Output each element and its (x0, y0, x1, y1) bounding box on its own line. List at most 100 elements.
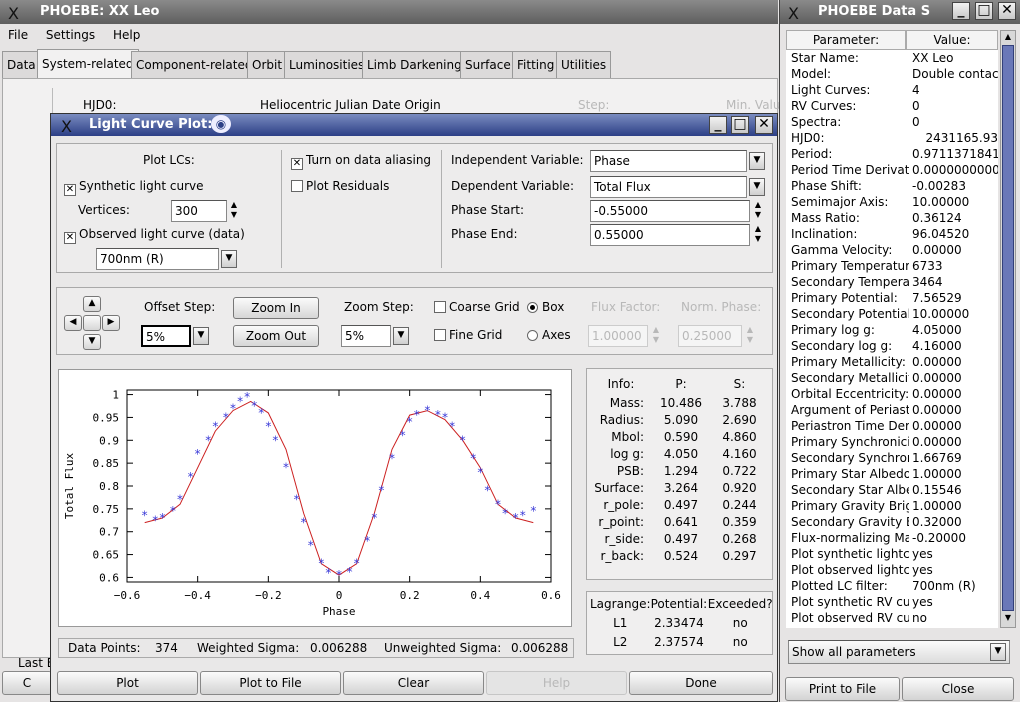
close-button[interactable]: Close (902, 677, 1014, 701)
vertices-input[interactable]: 300 (171, 200, 227, 222)
norm-phase-input[interactable]: 0.25000 (678, 325, 742, 347)
parameter-row[interactable]: Secondary Potential 10.00000 (786, 306, 998, 322)
parameter-row[interactable]: Periastron Time Deri 0.00000 (786, 418, 998, 434)
box-radio[interactable]: Box (527, 300, 564, 314)
plot-titlebar[interactable]: X Light Curve Plot: ◉ _ □ ✕ (51, 114, 777, 136)
main-bottom-button[interactable]: C (2, 671, 52, 695)
axes-radio[interactable]: Axes (527, 328, 571, 342)
parameter-row[interactable]: Primary Metallicity: 0.00000 (786, 354, 998, 370)
pan-left-button[interactable]: ◀ (64, 315, 82, 331)
parameter-row[interactable]: Plot synthetic RV cu yes (786, 594, 998, 610)
dependent-dropdown-icon[interactable]: ▼ (749, 178, 765, 196)
pan-right-button[interactable]: ▶ (102, 315, 120, 331)
value-column-header[interactable]: Value: (906, 30, 998, 50)
synthetic-lc-checkbox[interactable]: ✕ Synthetic light curve (64, 179, 204, 196)
menu-settings[interactable]: Settings (46, 28, 95, 42)
menu-file[interactable]: File (8, 28, 28, 42)
pan-up-button[interactable]: ▲ (83, 296, 101, 312)
parameter-row[interactable]: Mass Ratio: 0.36124 (786, 210, 998, 226)
parameter-row[interactable]: Secondary Star Albe 0.15546 (786, 482, 998, 498)
parameter-row[interactable]: Period Time Derivati 0.0000000000 (786, 162, 998, 178)
vertices-spinner[interactable]: ▲ ▼ (228, 200, 240, 222)
zoom-in-button[interactable]: Zoom In (233, 297, 319, 319)
show-all-parameters-select[interactable]: Show all parameters (788, 640, 1010, 664)
close-icon[interactable]: ✕ (755, 116, 773, 134)
parameter-row[interactable]: Primary log g: 4.05000 (786, 322, 998, 338)
parameter-row[interactable]: Model: Double contac (786, 66, 998, 82)
clear-button[interactable]: Clear (343, 671, 484, 695)
flux-factor-spinner[interactable]: ▲ ▼ (650, 325, 662, 347)
parameter-row[interactable]: Secondary Tempera 3464 (786, 274, 998, 290)
aliasing-checkbox[interactable]: ✕ Turn on data aliasing (291, 153, 431, 170)
show-all-dropdown-icon[interactable]: ▼ (990, 643, 1006, 661)
tab-limb-darkening[interactable]: Limb Darkening (362, 51, 467, 78)
pan-center-button[interactable] (83, 315, 101, 331)
zoom-step-select[interactable]: 5% (341, 325, 391, 347)
dependent-variable-select[interactable]: Total Flux (590, 176, 747, 198)
parameter-row[interactable]: Semimajor Axis: 10.00000 (786, 194, 998, 210)
parameter-row[interactable]: Spectra: 0 (786, 114, 998, 130)
parameter-row[interactable]: Orbital Eccentricity: 0.00000 (786, 386, 998, 402)
scroll-up-icon[interactable]: ▲ (1002, 32, 1014, 44)
scroll-down-icon[interactable]: ▼ (1002, 613, 1014, 625)
parameter-row[interactable]: Primary Synchronici 0.00000 (786, 434, 998, 450)
parameter-row[interactable]: Primary Star Albedo: 1.00000 (786, 466, 998, 482)
tab-luminosities[interactable]: Luminosities (284, 51, 370, 78)
phase-start-input[interactable]: -0.55000 (590, 200, 750, 222)
parameter-row[interactable]: Secondary Synchron 1.66769 (786, 450, 998, 466)
help-button[interactable]: Help (486, 671, 627, 695)
parameter-row[interactable]: Plot observed lightcu yes (786, 562, 998, 578)
maximize-icon[interactable]: □ (975, 2, 993, 20)
main-titlebar[interactable]: X PHOEBE: XX Leo (0, 0, 778, 24)
norm-phase-spinner[interactable]: ▲ ▼ (744, 325, 756, 347)
param-scrollbar[interactable]: ▲ ▼ (1000, 30, 1016, 628)
maximize-icon[interactable]: □ (731, 116, 749, 134)
fine-grid-checkbox[interactable]: Fine Grid (434, 328, 502, 342)
done-button[interactable]: Done (629, 671, 773, 695)
plot-to-file-button[interactable]: Plot to File (200, 671, 341, 695)
tab-data[interactable]: Data (2, 51, 41, 78)
zoom-out-button[interactable]: Zoom Out (233, 325, 319, 347)
parameter-row[interactable]: Primary Potential: 7.56529 (786, 290, 998, 306)
filter-dropdown-icon[interactable]: ▼ (221, 250, 237, 268)
parameter-row[interactable]: Secondary Gravity B 0.32000 (786, 514, 998, 530)
tab-orbit[interactable]: Orbit (247, 51, 288, 78)
offset-dropdown-icon[interactable]: ▼ (193, 327, 209, 345)
parameter-row[interactable]: Phase Shift: -0.00283 (786, 178, 998, 194)
parameter-row[interactable]: Plot observed RV cu no (786, 610, 998, 626)
tab-system-related[interactable]: System-related (37, 49, 139, 79)
close-icon[interactable]: ✕ (998, 2, 1016, 20)
independent-dropdown-icon[interactable]: ▼ (749, 152, 765, 170)
minimize-icon[interactable]: _ (952, 2, 970, 20)
filter-select[interactable]: 700nm (R) (96, 248, 219, 270)
pan-down-button[interactable]: ▼ (83, 334, 101, 350)
parameter-row[interactable]: HJD0: 2431165.93 (786, 130, 998, 146)
independent-variable-select[interactable]: Phase (590, 150, 747, 172)
parameter-row[interactable]: Primary Temperature 6733 (786, 258, 998, 274)
parameter-column-header[interactable]: Parameter: (786, 30, 906, 50)
plot-button[interactable]: Plot (57, 671, 198, 695)
phase-start-spinner[interactable]: ▲ ▼ (752, 200, 764, 222)
phase-end-spinner[interactable]: ▲ ▼ (752, 224, 764, 246)
coarse-grid-checkbox[interactable]: Coarse Grid (434, 300, 520, 314)
observed-lc-checkbox[interactable]: ✕ Observed light curve (data) (64, 227, 245, 244)
scroll-thumb[interactable] (1002, 45, 1014, 611)
tab-fitting[interactable]: Fitting (512, 51, 560, 78)
parameter-row[interactable]: Secondary Metallicit 0.00000 (786, 370, 998, 386)
offset-step-select[interactable]: 5% (141, 325, 191, 347)
parameter-row[interactable]: Inclination: 96.04520 (786, 226, 998, 242)
parameter-row[interactable]: Primary Gravity Brigl 1.00000 (786, 498, 998, 514)
flux-factor-input[interactable]: 1.00000 (588, 325, 648, 347)
parameter-row[interactable]: Star Name: XX Leo (786, 50, 998, 66)
zoom-dropdown-icon[interactable]: ▼ (393, 327, 409, 345)
tab-component-related[interactable]: Component-related (131, 51, 258, 78)
parameter-row[interactable]: Period: 0.9711371841 (786, 146, 998, 162)
plot-canvas[interactable]: −0.6 −0.4 −0.2 0 0.2 0.4 0.6 0.6 0.65 0.7 0.75 0.8 0… (58, 369, 572, 627)
tab-surface[interactable]: Surface (460, 51, 516, 78)
parameter-row[interactable]: Plot synthetic lightcu yes (786, 546, 998, 562)
minimize-icon[interactable]: _ (709, 116, 727, 134)
parameter-row[interactable]: RV Curves: 0 (786, 98, 998, 114)
print-to-file-button[interactable]: Print to File (785, 677, 900, 701)
parameter-row[interactable]: Gamma Velocity: 0.00000 (786, 242, 998, 258)
parameter-row[interactable]: Argument of Periastr 0.00000 (786, 402, 998, 418)
